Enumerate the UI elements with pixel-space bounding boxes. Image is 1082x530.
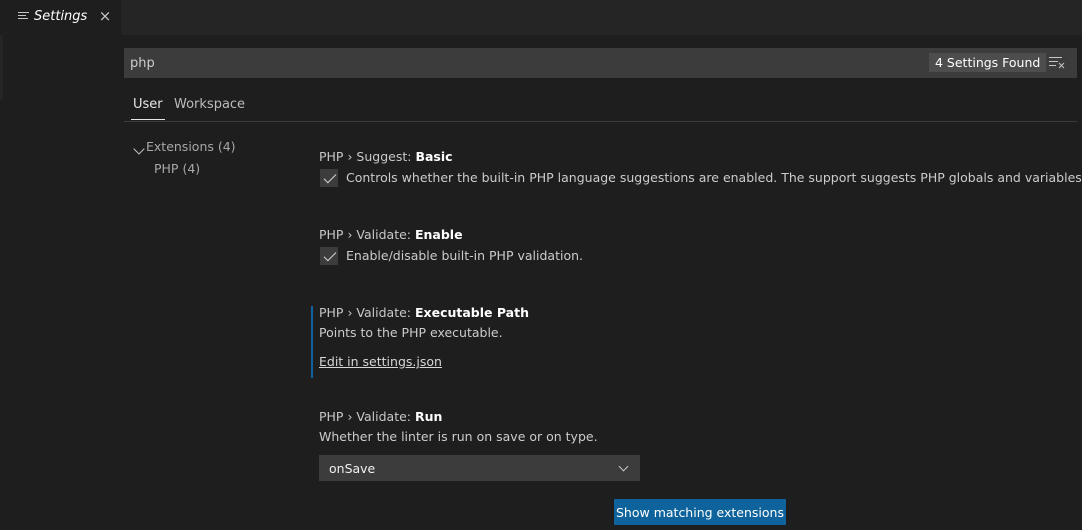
- tab-settings[interactable]: Settings ×: [0, 0, 121, 35]
- run-select[interactable]: onSave: [319, 455, 640, 481]
- toc-item-extensions[interactable]: Extensions (4): [128, 139, 248, 157]
- setting-title: PHP › Validate: Executable Path: [319, 305, 529, 320]
- edit-in-settings-json-link[interactable]: Edit in settings.json: [319, 354, 442, 369]
- selected-value: onSave: [329, 461, 376, 476]
- tab-workspace[interactable]: Workspace: [174, 97, 245, 112]
- focus-indicator: [311, 306, 313, 378]
- chevron-down-icon: [618, 461, 629, 472]
- toc-item-label: Extensions (4): [146, 139, 236, 154]
- tab-title: Settings: [34, 9, 88, 24]
- setting-description: Points to the PHP executable.: [319, 325, 503, 340]
- setting-title: PHP › Validate: Run: [319, 409, 443, 424]
- setting-title: PHP › Suggest: Basic: [319, 149, 453, 164]
- show-matching-extensions-button[interactable]: Show matching extensions: [614, 499, 786, 525]
- setting-title: PHP › Validate: Enable: [319, 227, 463, 242]
- side-strip: [0, 35, 3, 100]
- settings-doc-icon: [18, 12, 29, 22]
- setting-php-validate-executable-path: PHP › Validate: Executable Path Points t…: [319, 305, 529, 370]
- setting-php-validate-enable: PHP › Validate: Enable: [319, 227, 463, 242]
- close-icon[interactable]: ×: [98, 8, 112, 24]
- setting-description: Controls whether the built-in PHP langua…: [346, 170, 1082, 185]
- settings-search-box: 4 Settings Found: [124, 48, 1077, 78]
- setting-description: Whether the linter is run on save or on …: [319, 429, 598, 444]
- toc-item-php[interactable]: PHP (4): [154, 161, 200, 176]
- setting-description: Enable/disable built-in PHP validation.: [346, 248, 583, 263]
- clear-filter-icon[interactable]: [1049, 57, 1065, 69]
- suggest-basic-checkbox[interactable]: [320, 169, 338, 187]
- search-input[interactable]: [124, 48, 914, 78]
- results-count-badge: 4 Settings Found: [929, 53, 1047, 72]
- scope-tabs: User Workspace: [124, 91, 1077, 122]
- tab-user[interactable]: User: [131, 97, 165, 120]
- chevron-down-icon: [133, 143, 145, 155]
- validate-enable-checkbox[interactable]: [320, 247, 338, 265]
- setting-php-validate-run: PHP › Validate: Run Whether the linter i…: [319, 409, 598, 444]
- setting-php-suggest-basic: PHP › Suggest: Basic: [319, 149, 453, 164]
- editor-tab-bar: Settings ×: [0, 0, 1082, 35]
